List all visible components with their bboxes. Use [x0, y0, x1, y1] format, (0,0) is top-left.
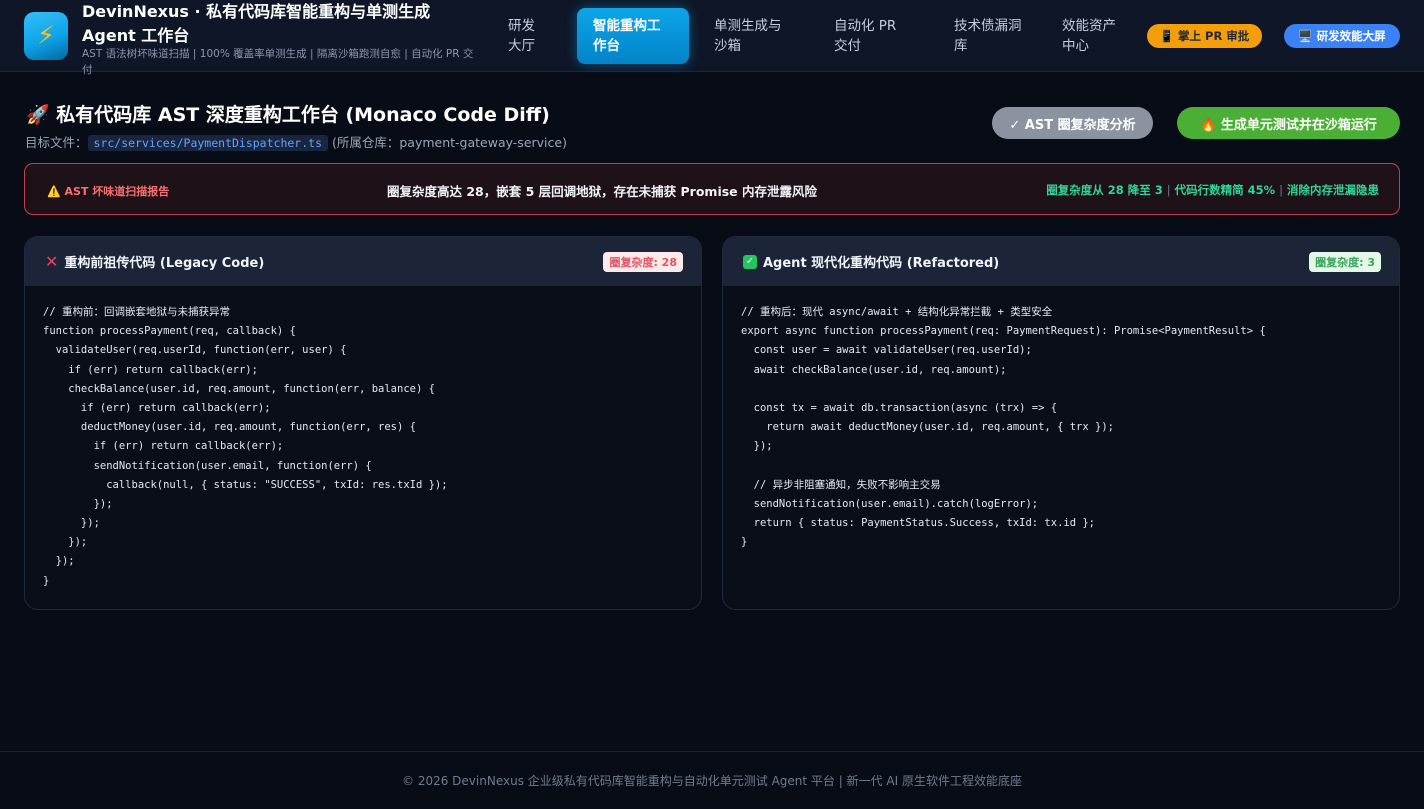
target-file-label: 目标文件：: [25, 135, 88, 150]
code-line: export async function processPayment(req…: [741, 325, 1266, 338]
alert-tag: ⚠️ AST 坏味道扫描报告: [47, 185, 170, 198]
page-title: 🚀 私有代码库 AST 深度重构工作台 (Monaco Code Diff): [26, 104, 550, 126]
metric-lines: 代码行数精简 45%: [1174, 183, 1276, 197]
code-line: callback(null, { status: "SUCCESS", txId…: [43, 478, 448, 491]
code-line: await checkBalance(user.id, req.amount);: [741, 363, 1007, 376]
code-line: const tx = await db.transaction(async (t…: [741, 401, 1058, 414]
legacy-code-editor[interactable]: // 重构前：回调嵌套地狱与未捕获异常 function processPayme…: [25, 286, 701, 591]
code-line: // 重构后：现代 async/await + 结构化异常拦截 + 类型安全: [741, 306, 1053, 318]
alert-metrics: 圈复杂度从 28 降至 3 | 代码行数精简 45% | 消除内存泄漏隐患: [1046, 182, 1379, 198]
code-line: deductMoney(user.id, req.amount, functio…: [43, 421, 416, 434]
alert-message: 圈复杂度高达 28，嵌套 5 层回调地狱，存在未捕获 Promise 内存泄露风…: [387, 184, 817, 199]
code-line: }: [43, 574, 50, 587]
cross-icon: ✕: [45, 252, 59, 271]
code-line: });: [741, 440, 773, 453]
legacy-code-panel: ✕ 重构前祖传代码 (Legacy Code) 圈复杂度: 28 // 重构前：…: [24, 236, 702, 610]
refactored-panel-title-group: ✓ Agent 现代化重构代码 (Refactored): [743, 252, 999, 271]
code-line: });: [43, 536, 88, 549]
code-line: });: [43, 517, 100, 530]
top-navigation-bar: ⚡ DevinNexus · 私有代码库智能重构与单测生成 Agent 工作台 …: [0, 0, 1424, 76]
legacy-panel-title: 重构前祖传代码 (Legacy Code): [64, 256, 265, 271]
target-file-line: 目标文件： src/services/PaymentDispatcher.ts (…: [25, 132, 567, 151]
code-line: if (err) return callback(err);: [43, 440, 284, 453]
code-line: checkBalance(user.id, req.amount, functi…: [43, 382, 435, 395]
metric-separator: |: [1166, 183, 1171, 197]
code-line: validateUser(req.userId, function(err, u…: [43, 344, 347, 357]
refactored-panel-title: Agent 现代化重构代码 (Refactored): [763, 256, 1000, 271]
efficiency-dashboard-button[interactable]: 🖥️ 研发效能大屏: [1284, 24, 1400, 48]
tab-dev-hall[interactable]: 研发大厅: [492, 8, 564, 64]
code-line: return { status: PaymentStatus.Success, …: [741, 517, 1096, 530]
tab-tech-debt-library[interactable]: 技术债漏洞库: [938, 8, 1038, 64]
footer: © 2026 DevinNexus 企业级私有代码库智能重构与自动化单元测试 A…: [0, 751, 1424, 809]
code-line: });: [43, 497, 113, 510]
ast-complexity-analysis-button[interactable]: ✓ AST 圈复杂度分析: [992, 107, 1153, 139]
code-line: });: [43, 555, 75, 568]
target-file-path[interactable]: src/services/PaymentDispatcher.ts: [87, 135, 328, 151]
code-line: if (err) return callback(err);: [43, 401, 271, 414]
code-line: sendNotification(user.email, function(er…: [43, 459, 372, 472]
metric-memory: 消除内存泄漏隐患: [1287, 183, 1379, 197]
code-line: const user = await validateUser(req.user…: [741, 344, 1032, 357]
code-line: return await deductMoney(user.id, req.am…: [741, 421, 1114, 434]
check-icon: ✓: [743, 254, 757, 269]
legacy-panel-header: ✕ 重构前祖传代码 (Legacy Code) 圈复杂度: 28: [25, 237, 701, 286]
tab-pr-delivery[interactable]: 自动化 PR 交付: [818, 8, 930, 64]
refactored-code-editor[interactable]: // 重构后：现代 async/await + 结构化异常拦截 + 类型安全 ex…: [723, 286, 1399, 552]
code-line: function processPayment(req, callback) {: [43, 325, 296, 338]
tab-asset-center[interactable]: 效能资产中心: [1046, 8, 1142, 64]
refactored-code-panel: ✓ Agent 现代化重构代码 (Refactored) 圈复杂度: 3 // …: [722, 236, 1400, 610]
refactored-complexity-badge: 圈复杂度: 3: [1309, 251, 1381, 272]
generate-tests-sandbox-button[interactable]: 🔥 生成单元测试并在沙箱运行: [1177, 107, 1400, 139]
app-title: DevinNexus · 私有代码库智能重构与单测生成 Agent 工作台: [82, 2, 431, 45]
legacy-complexity-badge: 圈复杂度: 28: [603, 251, 683, 272]
code-line: if (err) return callback(err);: [43, 363, 258, 376]
app-subtitle: AST 语法树坏味道扫描 | 100% 覆盖率单测生成 | 隔离沙箱跑测自愈 |…: [82, 48, 474, 76]
code-line: }: [741, 536, 748, 549]
code-line: sendNotification(user.email).catch(logEr…: [741, 497, 1039, 510]
tab-refactor-workbench[interactable]: 智能重构工作台: [577, 8, 689, 64]
mobile-pr-review-button[interactable]: 📱 掌上 PR 审批: [1147, 24, 1262, 48]
ast-scan-alert: ⚠️ AST 坏味道扫描报告 圈复杂度高达 28，嵌套 5 层回调地狱，存在未捕…: [24, 163, 1400, 215]
metric-complexity: 圈复杂度从 28 降至 3: [1046, 183, 1163, 197]
repo-name: (所属仓库：payment-gateway-service): [331, 135, 567, 150]
code-line: // 重构前：回调嵌套地狱与未捕获异常: [43, 306, 230, 318]
lightning-bolt-icon[interactable]: ⚡: [24, 12, 68, 60]
tab-unit-test-sandbox[interactable]: 单测生成与沙箱: [698, 8, 810, 64]
metric-separator: |: [1279, 183, 1283, 197]
legacy-panel-title-group: ✕ 重构前祖传代码 (Legacy Code): [45, 252, 264, 271]
code-line: // 异步非阻塞通知，失败不影响主交易: [741, 478, 941, 491]
refactored-panel-header: ✓ Agent 现代化重构代码 (Refactored) 圈复杂度: 3: [723, 237, 1399, 286]
